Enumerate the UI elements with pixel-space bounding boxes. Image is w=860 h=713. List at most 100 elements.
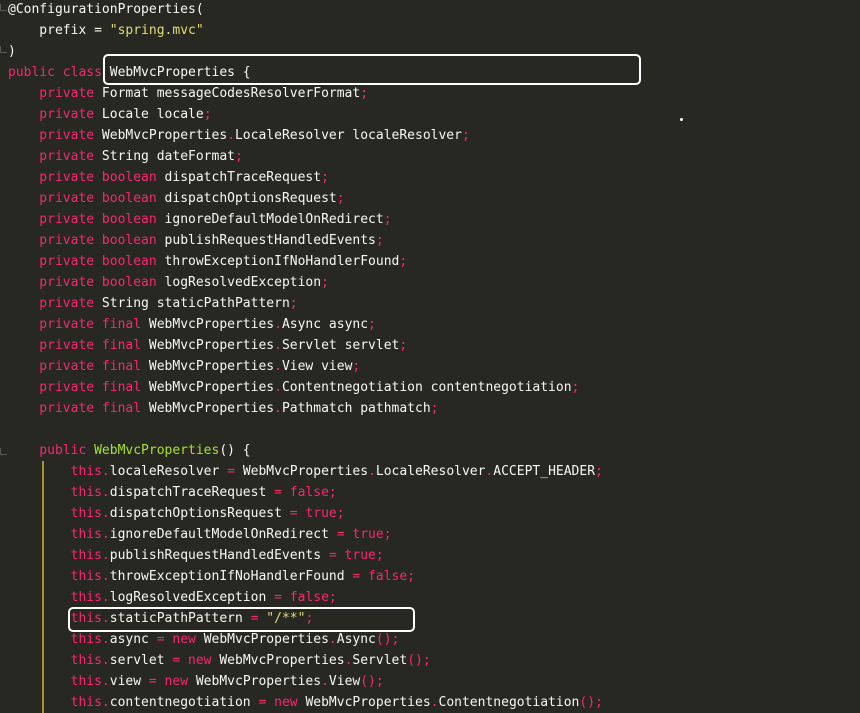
code-token: private final — [8, 359, 149, 374]
code-line[interactable]: private boolean logResolvedException; — [8, 272, 329, 293]
code-token: staticPathPattern — [109, 611, 243, 626]
code-token: = — [242, 611, 267, 626]
code-token: publishRequestHandledEvents — [109, 548, 322, 563]
code-line[interactable]: private WebMvcProperties.LocaleResolver … — [8, 125, 470, 146]
code-token: private boolean — [8, 275, 165, 290]
code-token: throwExceptionIfNoHandlerFound — [164, 254, 400, 269]
code-line[interactable]: private final WebMvcProperties.Contentne… — [8, 377, 579, 398]
code-token: private boolean — [8, 170, 165, 185]
code-token: LocaleResolver localeResolver — [234, 128, 462, 143]
code-line[interactable]: private boolean publishRequestHandledEve… — [8, 230, 383, 251]
code-token: this. — [8, 527, 110, 542]
code-line[interactable]: private final WebMvcProperties.Pathmatch… — [8, 398, 439, 419]
code-token: WebMvcProperties — [305, 695, 431, 710]
code-line[interactable]: private final WebMvcProperties.Async asy… — [8, 314, 376, 335]
code-token: private boolean — [8, 191, 165, 206]
code-token: servlet — [109, 653, 165, 668]
code-token: String — [101, 296, 149, 311]
code-token: dispatchTraceRequest — [109, 485, 267, 500]
code-token: ; — [383, 212, 392, 227]
code-token: localeResolver — [109, 464, 220, 479]
code-token: private final — [8, 317, 149, 332]
code-line[interactable]: private boolean throwExceptionIfNoHandle… — [8, 251, 407, 272]
fold-marker-annotation[interactable] — [0, 4, 7, 11]
code-token: . — [430, 695, 439, 710]
code-line[interactable]: private final WebMvcProperties.View view… — [8, 356, 360, 377]
code-token: contentnegotiation — [109, 695, 251, 710]
code-token: ; — [399, 338, 408, 353]
code-token: ignoreDefaultModelOnRedirect — [109, 527, 329, 542]
code-token: . — [274, 359, 282, 374]
code-token: Locale — [101, 107, 149, 122]
code-token: ; — [234, 149, 243, 164]
code-token: ; — [352, 359, 361, 374]
code-token: . — [274, 380, 282, 395]
code-token: . — [328, 632, 337, 647]
code-token: WebMvcProperties — [148, 359, 275, 374]
code-token: private — [8, 296, 102, 311]
code-token: { — [234, 65, 251, 80]
code-token: locale — [148, 107, 204, 122]
code-token: this. — [8, 464, 110, 479]
code-line[interactable]: prefix = "spring.mvc" — [8, 20, 204, 41]
code-token: WebMvcProperties — [148, 338, 275, 353]
code-token: dispatchOptionsRequest — [109, 506, 282, 521]
code-token: = false; — [266, 485, 337, 500]
code-token: dispatchTraceRequest — [164, 170, 322, 185]
code-line[interactable]: private String dateFormat; — [8, 146, 243, 167]
code-line[interactable]: private boolean dispatchTraceRequest; — [8, 167, 329, 188]
code-token: ; — [399, 254, 408, 269]
code-token: . — [321, 674, 329, 689]
code-line[interactable]: this.logResolvedException = false; — [8, 587, 337, 608]
code-line[interactable]: private String staticPathPattern; — [8, 293, 298, 314]
code-token: private — [8, 107, 102, 122]
code-line[interactable]: private final WebMvcProperties.Servlet s… — [8, 335, 407, 356]
code-token: "spring.mvc" — [109, 23, 204, 38]
code-line[interactable]: private Locale locale; — [8, 104, 212, 125]
code-line[interactable]: this.contentnegotiation = new WebMvcProp… — [8, 692, 603, 713]
fold-marker-annotation-end[interactable] — [0, 46, 7, 53]
code-line[interactable]: this.throwExceptionIfNoHandlerFound = fa… — [8, 566, 415, 587]
code-token: . — [227, 128, 235, 143]
code-token: = new — [250, 695, 306, 710]
code-token: ; — [461, 128, 470, 143]
code-token: ; — [430, 401, 439, 416]
code-line[interactable]: this.publishRequestHandledEvents = true; — [8, 545, 384, 566]
code-token: ; — [203, 107, 212, 122]
code-token: logResolvedException — [164, 275, 322, 290]
code-line[interactable]: this.view = new WebMvcProperties.View(); — [8, 671, 384, 692]
fold-marker-constructor[interactable] — [0, 448, 7, 455]
code-line[interactable]: this.async = new WebMvcProperties.Async(… — [8, 629, 400, 650]
code-token: . — [274, 338, 282, 353]
code-token: ; — [321, 170, 329, 185]
code-token: ; — [368, 317, 376, 332]
code-line[interactable]: this.localeResolver = WebMvcProperties.L… — [8, 461, 603, 482]
code-editor[interactable]: @ConfigurationProperties( prefix = "spri… — [0, 0, 860, 713]
code-token: Pathmatch pathmatch — [281, 401, 431, 416]
code-token: ; — [289, 296, 298, 311]
code-line[interactable]: private Format messageCodesResolverForma… — [8, 83, 368, 104]
code-line[interactable]: this.dispatchOptionsRequest = true; — [8, 503, 345, 524]
code-line[interactable]: this.dispatchTraceRequest = false; — [8, 482, 337, 503]
code-line[interactable]: @ConfigurationProperties( — [8, 0, 204, 20]
code-line[interactable]: private boolean dispatchOptionsRequest; — [8, 188, 345, 209]
code-line[interactable]: this.staticPathPattern = "/**"; — [8, 608, 314, 629]
code-token: = true; — [328, 527, 392, 542]
code-token: View view — [281, 359, 353, 374]
code-token: publishRequestHandledEvents — [164, 233, 376, 248]
code-line[interactable]: public class WebMvcProperties { — [8, 62, 251, 83]
code-token: ; — [336, 191, 345, 206]
code-token: this. — [8, 548, 110, 563]
code-line[interactable]: this.ignoreDefaultModelOnRedirect = true… — [8, 524, 392, 545]
code-token: private final — [8, 380, 149, 395]
code-token: WebMvcProperties — [109, 65, 235, 80]
code-line[interactable]: ) — [8, 41, 16, 62]
code-token: async — [109, 632, 149, 647]
code-token: WebMvcProperties — [148, 401, 275, 416]
code-token: private final — [8, 401, 149, 416]
code-token: private boolean — [8, 254, 165, 269]
code-line[interactable]: this.servlet = new WebMvcProperties.Serv… — [8, 650, 431, 671]
code-token: messageCodesResolverFormat — [148, 86, 361, 101]
code-line[interactable]: public WebMvcProperties() { — [8, 440, 250, 461]
code-line[interactable]: private boolean ignoreDefaultModelOnRedi… — [8, 209, 392, 230]
